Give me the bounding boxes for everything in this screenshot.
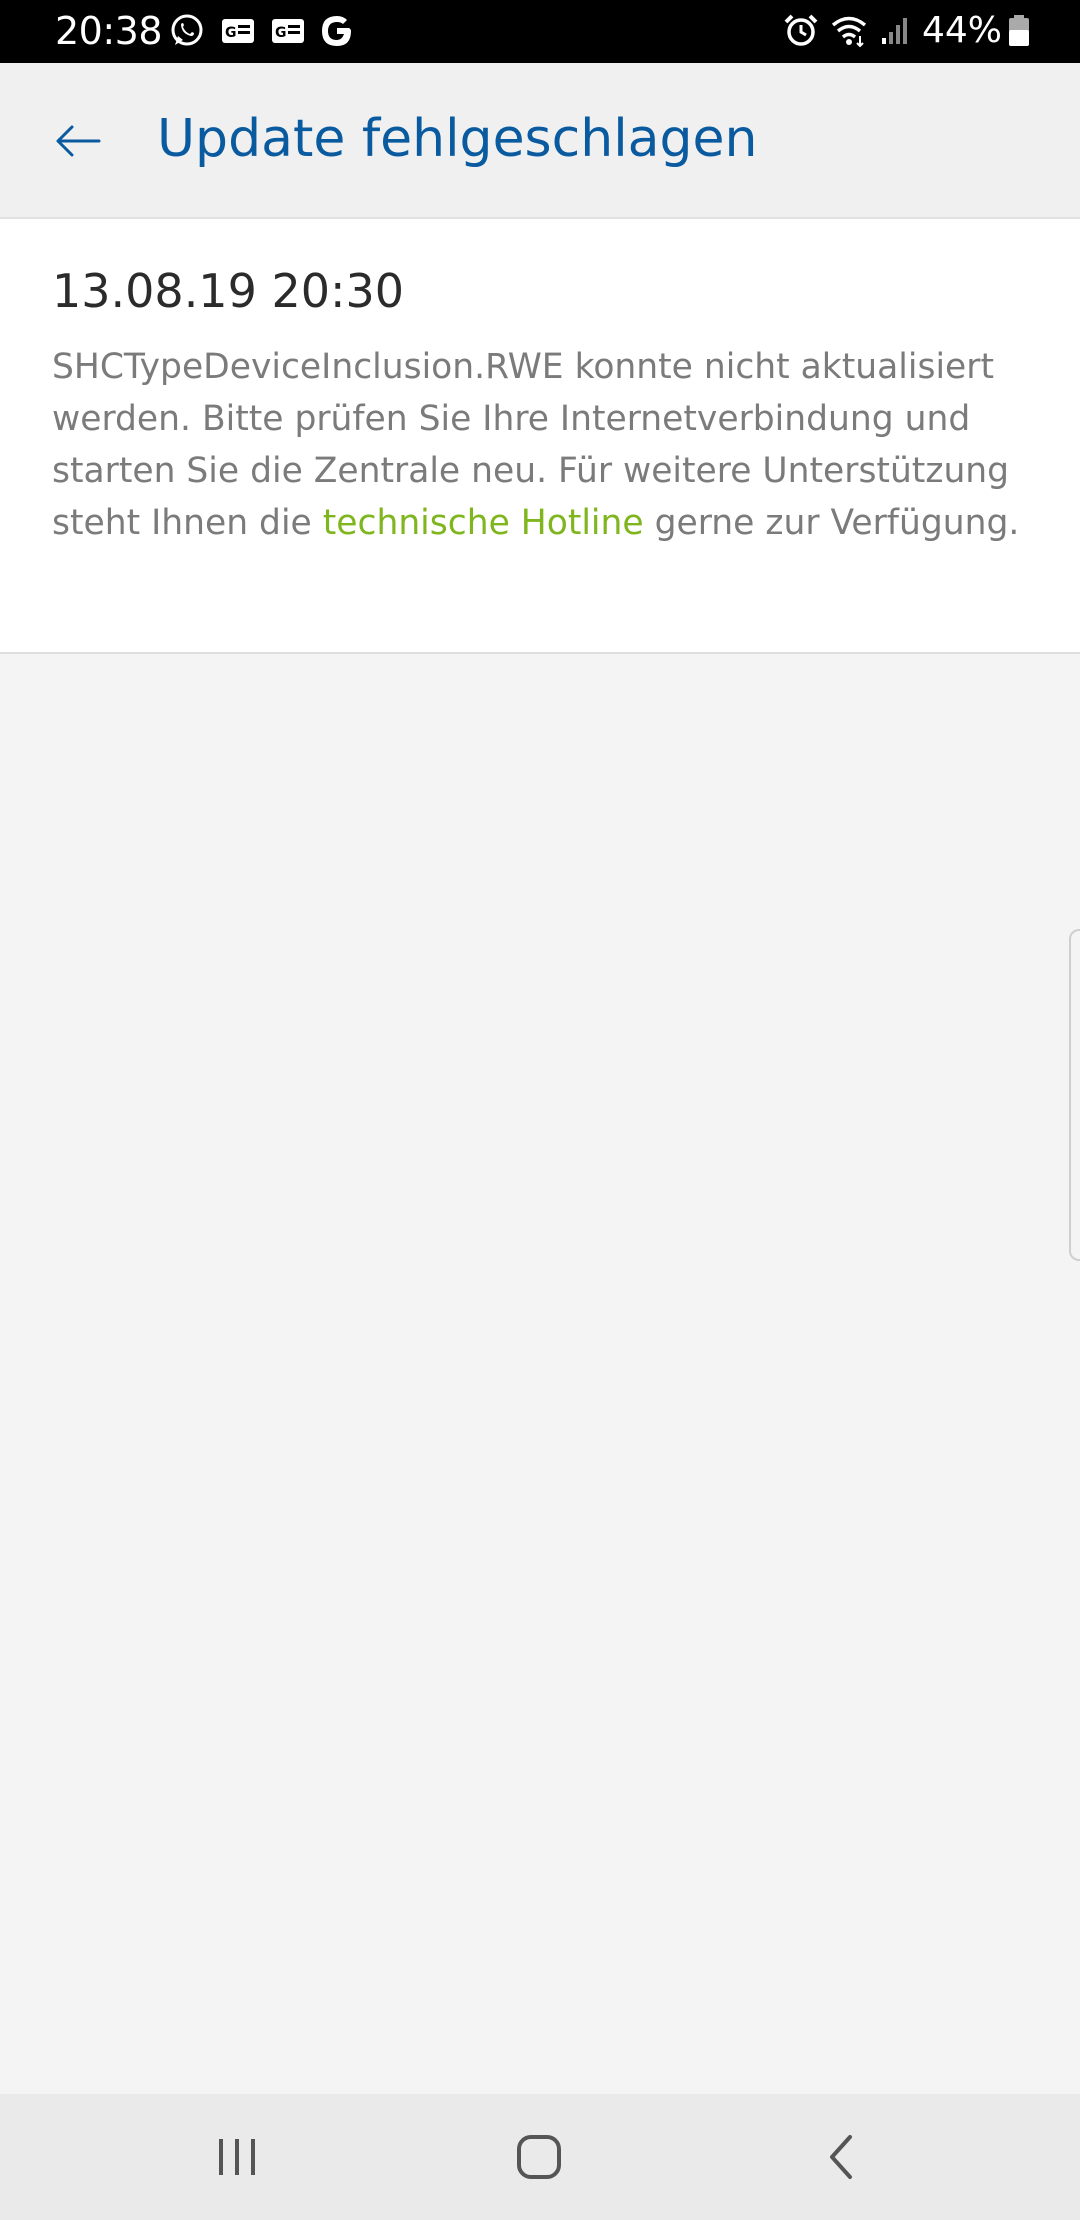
message-line: steht Ihnen die technische Hotline gerne… — [52, 497, 1042, 549]
home-icon — [517, 2135, 561, 2179]
message-line: werden. Bitte prüfen Sie Ihre Internetve… — [52, 399, 971, 439]
alarm-icon — [784, 14, 818, 46]
status-bar: 20:38 G G 44% — [0, 0, 1080, 63]
nav-back-button[interactable] — [801, 2117, 881, 2197]
status-time: 20:38 — [55, 9, 163, 53]
message-text: gerne zur Verfügung. — [643, 503, 1020, 543]
notification-message: SHCTypeDeviceInclusion.RWE konnte nicht … — [52, 341, 1042, 549]
notification-date: 13.08.19 20:30 — [52, 264, 405, 318]
chevron-left-icon — [830, 2135, 852, 2179]
edge-panel-handle[interactable] — [1069, 929, 1080, 1261]
page-title: Update fehlgeschlagen — [157, 109, 758, 169]
message-line: SHCTypeDeviceInclusion.RWE konnte nicht … — [52, 347, 994, 387]
message-line: starten Sie die Zentrale neu. Für weiter… — [52, 451, 1010, 491]
signal-icon — [882, 18, 907, 44]
recent-apps-button[interactable] — [197, 2117, 277, 2197]
hotline-link[interactable]: technische Hotline — [323, 503, 644, 543]
battery-percent: 44% — [922, 10, 1003, 51]
news-icon: G — [222, 19, 254, 43]
whatsapp-icon — [171, 14, 203, 46]
app-bar: Update fehlgeschlagen — [0, 63, 1080, 219]
notification-card: 13.08.19 20:30 SHCTypeDeviceInclusion.RW… — [0, 219, 1080, 654]
svg-text:G: G — [275, 25, 287, 41]
arrow-left-icon — [56, 125, 101, 157]
message-text: steht Ihnen die — [52, 503, 323, 543]
home-button[interactable] — [499, 2117, 579, 2197]
back-button[interactable] — [40, 103, 116, 179]
recent-apps-icon — [219, 2139, 255, 2175]
battery-icon — [1009, 15, 1029, 46]
svg-text:G: G — [225, 25, 237, 41]
wifi-icon — [831, 16, 867, 48]
news-icon: G — [272, 19, 304, 43]
navigation-bar — [0, 2094, 1080, 2220]
google-icon — [322, 16, 351, 46]
